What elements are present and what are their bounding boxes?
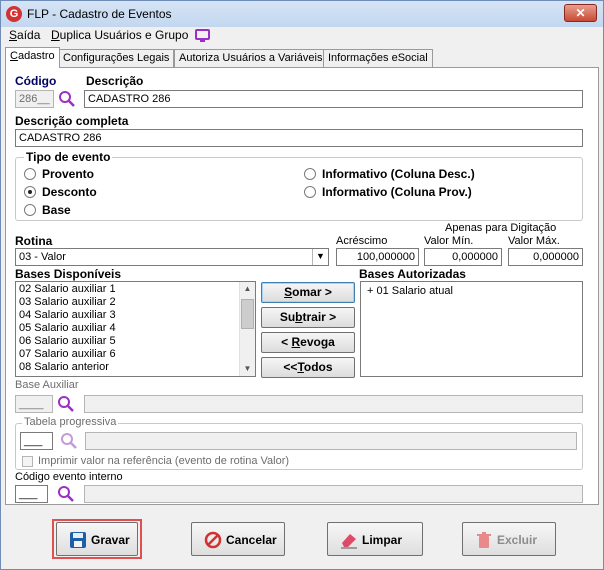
- window-title: FLP - Cadastro de Eventos: [27, 7, 172, 21]
- descricao-completa-input[interactable]: CADASTRO 286: [15, 129, 583, 147]
- tipo-evento-title: Tipo de evento: [24, 150, 113, 164]
- cancelar-button[interactable]: Cancelar: [191, 522, 285, 556]
- cancelar-label: Cancelar: [226, 533, 277, 547]
- save-icon: [70, 532, 86, 548]
- codigo-interno-label: Código evento interno: [15, 471, 123, 483]
- radio-informativo-desc-label: Informativo (Coluna Desc.): [322, 167, 475, 181]
- monitor-icon[interactable]: [195, 29, 210, 42]
- trash-icon: [477, 532, 491, 548]
- subtrair-button[interactable]: Subtrair >: [261, 307, 355, 328]
- list-item[interactable]: 08 Salario anterior: [19, 361, 109, 373]
- tabela-progressiva-group: Tabela progressiva ___ Imprimir valor na…: [15, 416, 583, 470]
- valor-min-input[interactable]: 0,000000: [424, 248, 502, 266]
- list-item[interactable]: 02 Salario auxiliar 1: [19, 283, 116, 295]
- tab-autoriza-usuarios[interactable]: Autoriza Usuários a Variáveis: [174, 49, 328, 67]
- radio-informativo-prov[interactable]: [304, 186, 316, 198]
- scroll-up-icon[interactable]: ▲: [240, 282, 255, 296]
- gravar-button[interactable]: Gravar: [56, 522, 138, 556]
- codigo-label: Código: [15, 74, 57, 88]
- codigo-interno-search-icon[interactable]: [57, 485, 75, 503]
- tab-cadastro[interactable]: Cadastro: [5, 47, 60, 68]
- tabela-progressiva-input[interactable]: ___: [20, 432, 53, 450]
- acrescimo-input[interactable]: 100,000000: [336, 248, 419, 266]
- descricao-completa-label: Descrição completa: [15, 114, 129, 128]
- valor-max-input[interactable]: 0,000000: [508, 248, 583, 266]
- scroll-down-icon[interactable]: ▼: [240, 362, 255, 376]
- radio-informativo-prov-label: Informativo (Coluna Prov.): [322, 185, 472, 199]
- eraser-icon: [341, 534, 357, 549]
- imprimir-label: Imprimir valor na referência (evento de …: [38, 455, 290, 467]
- radio-base-label: Base: [42, 203, 71, 217]
- list-item[interactable]: 06 Salario auxiliar 5: [19, 335, 116, 347]
- gravar-label: Gravar: [91, 533, 130, 547]
- close-button[interactable]: ✕: [564, 4, 597, 22]
- tipo-evento-group: Tipo de evento Provento Desconto Base In…: [15, 150, 583, 221]
- base-auxiliar-description: [84, 395, 583, 413]
- valor-max-label: Valor Máx.: [508, 235, 560, 247]
- bases-disponiveis-label: Bases Disponíveis: [15, 267, 122, 281]
- radio-base[interactable]: [24, 204, 36, 216]
- radio-desconto[interactable]: [24, 186, 36, 198]
- chevron-down-icon[interactable]: ▼: [312, 249, 328, 265]
- main-window: G FLP - Cadastro de Eventos ✕ Saída Dupl…: [0, 0, 604, 570]
- tab-informacoes-esocial[interactable]: Informações eSocial: [323, 49, 433, 67]
- codigo-input[interactable]: 286__: [15, 90, 54, 108]
- radio-desconto-label: Desconto: [42, 185, 97, 199]
- limpar-button[interactable]: Limpar: [327, 522, 423, 556]
- bases-autorizadas-list[interactable]: + 01 Salario atual: [360, 281, 583, 377]
- somar-button[interactable]: Somar >: [261, 282, 355, 303]
- codigo-search-icon[interactable]: [58, 90, 76, 108]
- rotina-label: Rotina: [15, 234, 53, 248]
- menu-saida[interactable]: Saída: [9, 28, 40, 42]
- rotina-select[interactable]: 03 - Valor ▼: [15, 248, 329, 266]
- cadastro-panel: Código 286__ Descrição CADASTRO 286 Desc…: [5, 67, 599, 505]
- limpar-label: Limpar: [362, 533, 403, 547]
- menu-duplica-usuarios[interactable]: Duplica Usuários e Grupo: [51, 28, 188, 42]
- bases-autorizadas-label: Bases Autorizadas: [359, 267, 466, 281]
- codigo-interno-input[interactable]: ___: [15, 485, 48, 503]
- menu-bar: Saída Duplica Usuários e Grupo: [1, 27, 603, 45]
- excluir-button[interactable]: Excluir: [462, 522, 556, 556]
- list-item[interactable]: + 01 Salario atual: [367, 285, 453, 297]
- cancel-icon: [204, 531, 222, 549]
- todos-button[interactable]: <<Todos: [261, 357, 355, 378]
- descricao-label: Descrição: [86, 74, 144, 88]
- codigo-interno-description: [84, 485, 583, 503]
- base-auxiliar-search-icon[interactable]: [57, 395, 75, 413]
- scroll-thumb[interactable]: [241, 299, 254, 329]
- list-item[interactable]: 03 Salario auxiliar 2: [19, 296, 116, 308]
- radio-provento[interactable]: [24, 168, 36, 180]
- excluir-label: Excluir: [497, 533, 538, 547]
- list-item[interactable]: 07 Salario auxiliar 6: [19, 348, 116, 360]
- tab-configuracoes-legais[interactable]: Configurações Legais: [58, 49, 175, 67]
- list-item[interactable]: 04 Salario auxiliar 3: [19, 309, 116, 321]
- list-scrollbar[interactable]: ▲ ▼: [239, 282, 255, 376]
- tabela-progressiva-title: Tabela progressiva: [22, 416, 119, 428]
- bases-disponiveis-list[interactable]: 02 Salario auxiliar 1 03 Salario auxilia…: [15, 281, 256, 377]
- acrescimo-label: Acréscimo: [336, 235, 388, 247]
- title-bar: G FLP - Cadastro de Eventos ✕: [1, 1, 603, 27]
- tabela-progressiva-description: [85, 432, 577, 450]
- apenas-digitacao-label: Apenas para Digitação: [445, 222, 557, 234]
- base-auxiliar-input[interactable]: ____: [15, 395, 53, 413]
- rotina-value: 03 - Valor: [19, 251, 66, 263]
- imprimir-checkbox[interactable]: [22, 456, 33, 467]
- app-logo-icon: G: [6, 6, 22, 22]
- list-item[interactable]: 05 Salario auxiliar 4: [19, 322, 116, 334]
- descricao-input[interactable]: CADASTRO 286: [84, 90, 583, 108]
- radio-provento-label: Provento: [42, 167, 95, 181]
- valor-min-label: Valor Mín.: [424, 235, 474, 247]
- revoga-button[interactable]: < Revoga: [261, 332, 355, 353]
- base-auxiliar-label: Base Auxiliar: [15, 379, 79, 391]
- tabela-progressiva-search-icon[interactable]: [60, 432, 78, 450]
- radio-informativo-desc[interactable]: [304, 168, 316, 180]
